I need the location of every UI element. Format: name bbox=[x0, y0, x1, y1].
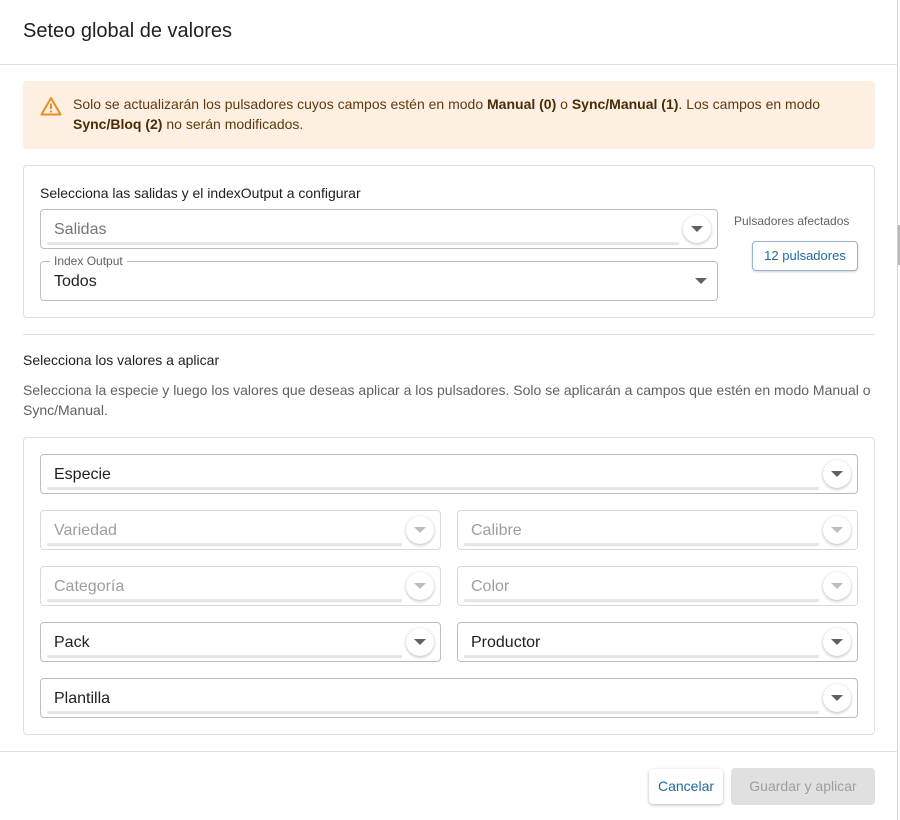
footer-divider bbox=[0, 751, 898, 752]
dialog-title: Seteo global de valores bbox=[23, 20, 233, 42]
chevron-down-icon bbox=[414, 583, 426, 589]
color-dropdown-button[interactable] bbox=[823, 572, 851, 600]
especie-dropdown-button[interactable] bbox=[823, 460, 851, 488]
chevron-down-icon bbox=[831, 639, 843, 645]
index-output-dropdown-button[interactable] bbox=[687, 267, 715, 295]
calibre-select[interactable]: Calibre bbox=[457, 510, 858, 550]
header-divider bbox=[0, 64, 898, 65]
pack-underline bbox=[47, 655, 402, 657]
calibre-dropdown-button[interactable] bbox=[823, 516, 851, 544]
variedad-select[interactable]: Variedad bbox=[40, 510, 441, 550]
index-output-select[interactable]: Index Output Todos bbox=[40, 254, 718, 301]
chevron-down-icon bbox=[414, 527, 426, 533]
outputs-card: Selecciona las salidas y el indexOutput … bbox=[23, 165, 875, 318]
index-output-label: Index Output bbox=[50, 254, 127, 268]
values-description: Selecciona la especie y luego los valore… bbox=[23, 382, 871, 418]
plantilla-label: Plantilla bbox=[54, 690, 111, 707]
values-card: Especie Variedad Calibre Categoría Color… bbox=[23, 437, 875, 735]
index-output-value: Todos bbox=[54, 273, 97, 290]
warning-icon bbox=[40, 96, 62, 116]
plantilla-underline bbox=[47, 711, 819, 713]
productor-label: Productor bbox=[471, 634, 541, 651]
pack-label: Pack bbox=[54, 634, 90, 651]
chevron-down-icon bbox=[831, 583, 843, 589]
alert-message: Solo se actualizarán los pulsadores cuyo… bbox=[73, 96, 821, 132]
salidas-select[interactable]: Salidas bbox=[40, 209, 718, 249]
variedad-label: Variedad bbox=[54, 522, 117, 539]
categoria-select[interactable]: Categoría bbox=[40, 566, 441, 606]
calibre-label: Calibre bbox=[471, 522, 522, 539]
plantilla-dropdown-button[interactable] bbox=[823, 684, 851, 712]
variedad-dropdown-button[interactable] bbox=[406, 516, 434, 544]
especie-select[interactable]: Especie bbox=[40, 454, 858, 494]
categoria-dropdown-button[interactable] bbox=[406, 572, 434, 600]
variedad-underline bbox=[47, 543, 402, 545]
cancel-button[interactable]: Cancelar bbox=[649, 769, 723, 804]
productor-dropdown-button[interactable] bbox=[823, 628, 851, 656]
color-select[interactable]: Color bbox=[457, 566, 858, 606]
chevron-down-icon bbox=[831, 471, 843, 477]
pack-select[interactable]: Pack bbox=[40, 622, 441, 662]
warning-alert: Solo se actualizarán los pulsadores cuyo… bbox=[23, 81, 875, 149]
plantilla-select[interactable]: Plantilla bbox=[40, 678, 858, 718]
affected-count-button[interactable]: 12 pulsadores bbox=[752, 241, 858, 271]
color-label: Color bbox=[471, 578, 510, 595]
especie-underline bbox=[47, 487, 819, 489]
chevron-down-icon bbox=[414, 639, 426, 645]
save-apply-button[interactable]: Guardar y aplicar bbox=[731, 768, 875, 805]
salidas-placeholder: Salidas bbox=[54, 221, 107, 238]
chevron-down-icon bbox=[831, 527, 843, 533]
chevron-down-icon bbox=[691, 226, 703, 232]
salidas-dropdown-button[interactable] bbox=[683, 215, 711, 243]
global-values-dialog: Seteo global de valores Solo se actualiz… bbox=[0, 0, 898, 820]
especie-label: Especie bbox=[54, 466, 111, 483]
pack-dropdown-button[interactable] bbox=[406, 628, 434, 656]
chevron-down-icon bbox=[831, 695, 843, 701]
section-divider bbox=[23, 334, 875, 335]
categoria-label: Categoría bbox=[54, 578, 125, 595]
productor-underline bbox=[464, 655, 819, 657]
color-underline bbox=[464, 599, 819, 601]
calibre-underline bbox=[464, 543, 819, 545]
values-title: Selecciona los valores a aplicar bbox=[23, 352, 220, 368]
chevron-down-icon bbox=[695, 278, 707, 284]
outputs-label: Selecciona las salidas y el indexOutput … bbox=[40, 185, 361, 201]
affected-label: Pulsadores afectados bbox=[734, 214, 850, 228]
salidas-underline bbox=[47, 242, 679, 244]
categoria-underline bbox=[47, 599, 402, 601]
productor-select[interactable]: Productor bbox=[457, 622, 858, 662]
